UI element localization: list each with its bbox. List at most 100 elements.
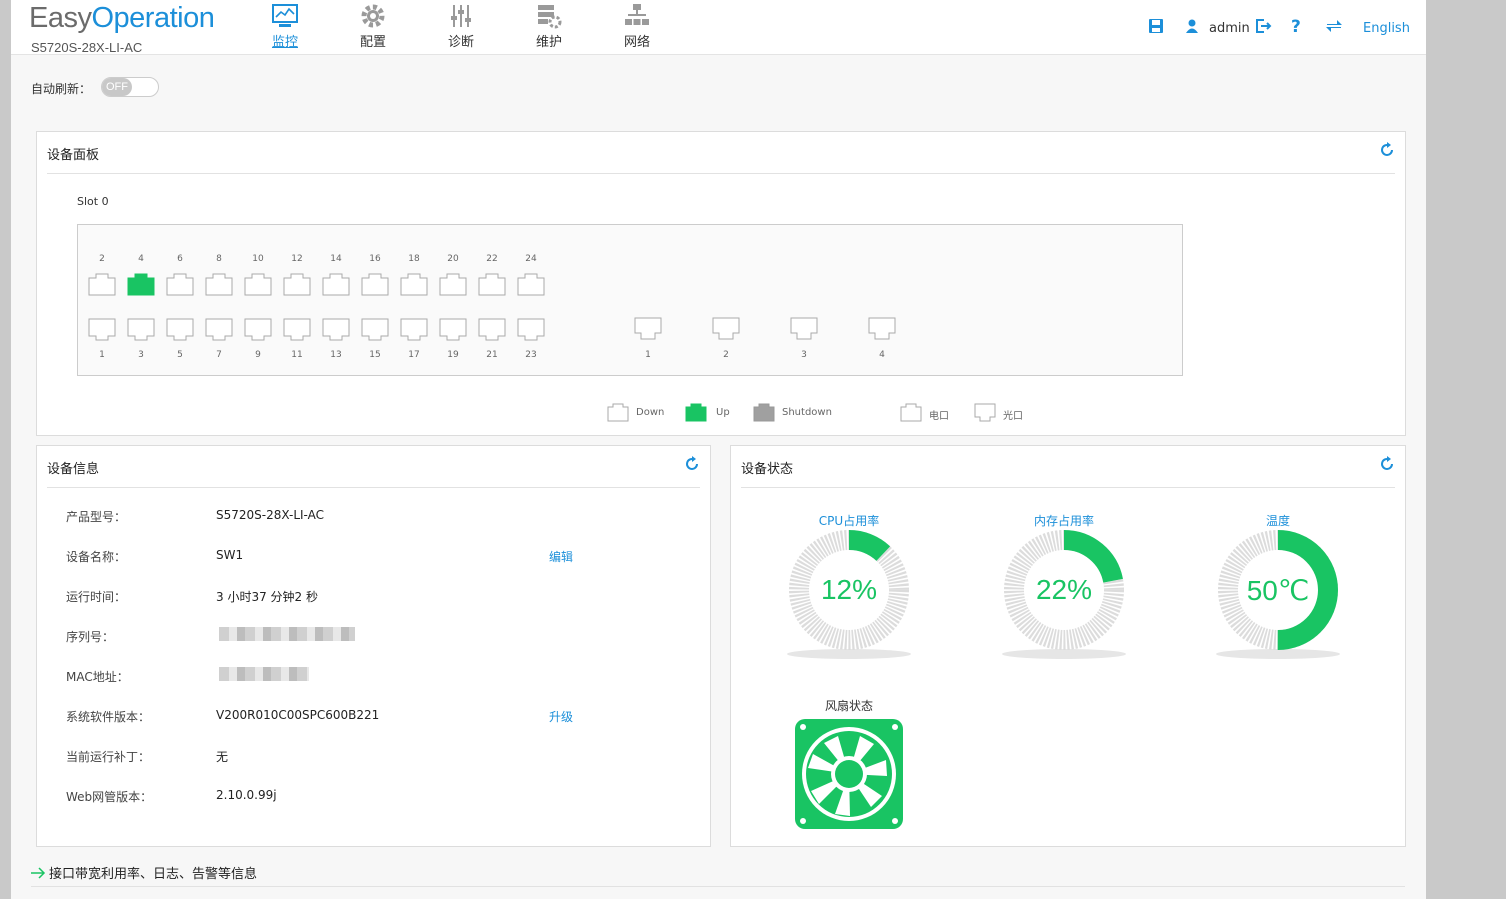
- app-window: EasyOperation S5720S-28X-LI-AC 监控 配置 诊断 …: [11, 0, 1426, 899]
- optical-port[interactable]: [634, 317, 662, 341]
- mac-address-redacted: [219, 667, 309, 681]
- port-number: 24: [525, 254, 537, 264]
- switch-language-icon[interactable]: [1325, 18, 1343, 34]
- sliders-icon: [451, 5, 471, 27]
- port-number: 13: [330, 350, 342, 360]
- upgrade-link[interactable]: 升级: [549, 708, 573, 725]
- port-number: 1: [99, 350, 105, 360]
- refresh-icon[interactable]: [1379, 456, 1395, 472]
- device-status-panel: 设备状态 CPU占用率 12% 内存占用率 22% 温度 50℃ 风扇状态: [730, 445, 1406, 847]
- ethernet-port[interactable]: [361, 272, 389, 296]
- ethernet-port[interactable]: [478, 272, 506, 296]
- nav-monitor[interactable]: 监控: [255, 0, 315, 54]
- optical-port[interactable]: [868, 317, 896, 341]
- monitor-icon: [272, 4, 298, 27]
- optical-port[interactable]: [712, 317, 740, 341]
- uptime-value: 3 小时37 分钟2 秒: [216, 590, 318, 604]
- ethernet-port[interactable]: [400, 318, 428, 342]
- nav-label: 监控: [271, 35, 298, 50]
- ethernet-port[interactable]: [166, 272, 194, 296]
- device-status-title: 设备状态: [741, 462, 794, 477]
- ethernet-port[interactable]: [127, 272, 155, 296]
- legend-optical-label: 光口: [1003, 411, 1023, 422]
- ethernet-port[interactable]: [400, 272, 428, 296]
- ethernet-port[interactable]: [517, 272, 545, 296]
- port-number: 11: [291, 350, 303, 360]
- ethernet-port[interactable]: [439, 318, 467, 342]
- ethernet-port[interactable]: [205, 272, 233, 296]
- device-model: S5720S-28X-LI-AC: [31, 40, 143, 55]
- optical-port[interactable]: [790, 317, 818, 341]
- brand-logo: EasyOperation: [29, 2, 215, 34]
- port-number: 18: [408, 254, 420, 264]
- ethernet-port[interactable]: [322, 318, 350, 342]
- device-panel-title: 设备面板: [47, 148, 100, 163]
- ethernet-port[interactable]: [88, 272, 116, 296]
- serial-number-redacted: [219, 627, 355, 641]
- cpu-value: 12%: [820, 574, 878, 605]
- ethernet-port[interactable]: [244, 318, 272, 342]
- gear-icon: [361, 4, 385, 28]
- user-icon[interactable]: [1184, 18, 1200, 34]
- web-version-value: 2.10.0.99j: [216, 788, 277, 802]
- header: EasyOperation S5720S-28X-LI-AC 监控 配置 诊断 …: [11, 0, 1426, 55]
- auto-refresh-toggle[interactable]: OFF: [101, 77, 159, 97]
- temperature-value: 50℃: [1246, 575, 1310, 606]
- port-number: 17: [408, 350, 420, 360]
- ethernet-port[interactable]: [322, 272, 350, 296]
- refresh-icon[interactable]: [684, 456, 700, 472]
- info-label: MAC地址：: [66, 670, 129, 684]
- ethernet-port[interactable]: [205, 318, 233, 342]
- divider: [47, 487, 700, 488]
- port-number: 20: [447, 254, 459, 264]
- memory-value: 22%: [1035, 574, 1093, 605]
- nav-maintain[interactable]: 维护: [519, 0, 579, 54]
- ethernet-port[interactable]: [283, 272, 311, 296]
- ethernet-port[interactable]: [244, 272, 272, 296]
- nav-label: 维护: [535, 35, 562, 50]
- ethernet-port[interactable]: [517, 318, 545, 342]
- info-label: 产品型号：: [66, 510, 127, 524]
- device-info-panel: 设备信息 产品型号： S5720S-28X-LI-AC 设备名称： SW1 编辑…: [36, 445, 711, 847]
- username[interactable]: admin: [1209, 21, 1250, 36]
- nav-network[interactable]: 网络: [607, 0, 667, 54]
- ethernet-port[interactable]: [361, 318, 389, 342]
- toggle-state: OFF: [102, 78, 132, 96]
- legend-electrical-label: 电口: [929, 411, 949, 422]
- legend-optical-icon: [974, 403, 996, 422]
- ethernet-port[interactable]: [478, 318, 506, 342]
- info-label: 当前运行补丁：: [66, 750, 151, 764]
- ethernet-port[interactable]: [283, 318, 311, 342]
- software-version-value: V200R010C00SPC600B221: [216, 708, 380, 722]
- more-info-link[interactable]: 接口带宽利用率、日志、告警等信息: [49, 863, 257, 882]
- edit-name-link[interactable]: 编辑: [549, 548, 573, 565]
- info-label: Web网管版本：: [66, 790, 153, 804]
- help-icon[interactable]: ?: [1291, 17, 1301, 37]
- nav-config[interactable]: 配置: [343, 0, 403, 54]
- switch-chassis: 2 4 6 8 10 12 14 16 18 20 22 24 1 3 5 7 9 11 13 15 17 19 21 23 1…: [77, 224, 1183, 376]
- nav-diagnose[interactable]: 诊断: [431, 0, 491, 54]
- device-panel: 设备面板 Slot 0 2 4 6 8 10 12 14 16 18 20 22 24 1 3 5 7 9 11 1…: [36, 131, 1406, 436]
- language-link[interactable]: English: [1363, 21, 1410, 36]
- slot-label: Slot 0: [77, 195, 109, 208]
- port-number: 8: [216, 254, 222, 264]
- product-model-value: S5720S-28X-LI-AC: [216, 508, 324, 522]
- port-number: 14: [330, 254, 342, 264]
- ethernet-port[interactable]: [88, 318, 116, 342]
- fan-status-title: 风扇状态: [824, 699, 873, 713]
- nav-label: 网络: [623, 35, 650, 50]
- port-number: 19: [447, 350, 459, 360]
- ethernet-port[interactable]: [166, 318, 194, 342]
- port-number: 6: [177, 254, 183, 264]
- ethernet-port[interactable]: [439, 272, 467, 296]
- refresh-icon[interactable]: [1379, 142, 1395, 158]
- port-number: 7: [216, 350, 222, 360]
- save-icon[interactable]: [1148, 18, 1164, 34]
- info-label: 序列号：: [66, 630, 115, 644]
- ethernet-port[interactable]: [127, 318, 155, 342]
- legend-shutdown-icon: [753, 403, 775, 422]
- auto-refresh-label: 自动刷新：: [31, 82, 92, 96]
- port-number: 3: [801, 350, 807, 360]
- fan-icon: [795, 719, 903, 829]
- logout-icon[interactable]: [1255, 18, 1272, 34]
